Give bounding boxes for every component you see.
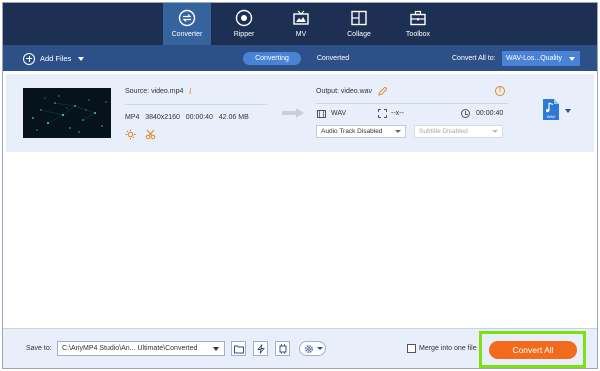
output-format: WAV <box>331 110 347 117</box>
arrow-right-icon <box>282 108 304 118</box>
chevron-down-icon <box>317 347 323 350</box>
convert-all-button[interactable]: Convert All <box>489 341 577 359</box>
output-resolution: --x-- <box>391 110 404 117</box>
gear-icon <box>305 345 313 353</box>
tab-converting[interactable]: Converting <box>243 52 301 65</box>
chevron-down-icon <box>395 130 401 133</box>
file-row[interactable]: Source: video.mp4 i MP4 3840x2160 00:00:… <box>6 74 594 152</box>
add-files-button[interactable]: Add Files <box>23 52 85 65</box>
output-format-value: WAV-Los...Quality <box>506 55 563 62</box>
convert-all-to-label: Convert All to: <box>452 55 496 62</box>
chevron-down-icon <box>569 57 575 61</box>
footer-bar: Save to: C:\AnyMP4 Studio\An... Ultimate… <box>3 328 597 368</box>
resolution-icon <box>378 109 387 118</box>
subtitle-value: Subtitle Disabled <box>419 128 468 135</box>
tab-ripper[interactable]: Ripper <box>220 3 268 45</box>
output-format-select[interactable]: WAV-Los...Quality <box>502 51 580 66</box>
file-list: Source: video.mp4 i MP4 3840x2160 00:00:… <box>3 71 597 328</box>
edit-icon[interactable] <box>378 87 387 96</box>
tab-converter-label: Converter <box>171 31 203 38</box>
merge-label[interactable]: Merge into one file <box>419 345 477 352</box>
save-path-value: C:\AnyMP4 Studio\An... Ultimate\Converte… <box>62 345 198 352</box>
toolbox-icon <box>410 10 426 26</box>
add-icon <box>23 52 35 65</box>
video-thumbnail[interactable] <box>23 88 111 138</box>
toolbar: Add Files Converting Converted Convert A… <box>3 45 597 71</box>
gpu-acceleration-button[interactable] <box>275 341 290 356</box>
cut-icon[interactable] <box>145 129 156 140</box>
source-filename: Source: video.mp4 <box>125 88 184 95</box>
chevron-down-icon[interactable] <box>565 109 571 113</box>
info-icon[interactable]: i <box>189 87 192 96</box>
format-icon <box>317 110 326 118</box>
gpu-icon <box>279 344 287 354</box>
tab-mv[interactable]: MV <box>277 3 325 45</box>
warning-icon[interactable]: ! <box>495 86 505 96</box>
tab-converted[interactable]: Converted <box>308 52 358 65</box>
divider <box>125 104 267 105</box>
tab-converter[interactable]: Converter <box>163 3 211 45</box>
ripper-icon <box>235 9 253 27</box>
source-metadata: MP4 3840x2160 00:00:40 42.06 MB <box>125 114 249 121</box>
open-folder-button[interactable] <box>231 341 246 356</box>
divider <box>316 103 508 104</box>
mv-icon <box>293 10 309 25</box>
top-nav: Converter Ripper MV Collage Toolbox <box>3 3 597 45</box>
tab-collage-label: Collage <box>347 31 371 38</box>
enhance-icon[interactable] <box>125 129 136 140</box>
app-window: Converter Ripper MV Collage Toolbox Add … <box>2 2 598 369</box>
output-duration: 00:00:40 <box>476 110 504 117</box>
clock-icon <box>461 109 470 118</box>
tab-collage[interactable]: Collage <box>335 3 383 45</box>
tab-ripper-label: Ripper <box>233 31 255 38</box>
tab-toolbox[interactable]: Toolbox <box>394 3 442 45</box>
tab-toolbox-label: Toolbox <box>405 31 431 38</box>
output-filename: Output: video.wav <box>316 88 373 95</box>
merge-checkbox[interactable] <box>407 344 416 353</box>
format-badge-label: WAV <box>547 114 556 119</box>
chevron-down-icon[interactable] <box>213 347 219 351</box>
save-path-select[interactable]: C:\AnyMP4 Studio\An... Ultimate\Converte… <box>57 341 260 356</box>
chevron-down-icon <box>492 130 498 133</box>
lightning-icon <box>257 344 265 354</box>
wav-file-icon[interactable]: WAV <box>542 98 560 121</box>
converter-icon <box>178 9 196 27</box>
settings-button[interactable] <box>299 341 326 356</box>
subtitle-select[interactable]: Subtitle Disabled <box>414 125 503 138</box>
collage-icon <box>351 10 367 26</box>
audio-track-value: Audio Track Disabled <box>321 128 383 135</box>
chevron-down-icon[interactable] <box>78 56 85 61</box>
convert-all-highlight: Convert All <box>479 331 586 368</box>
audio-track-select[interactable]: Audio Track Disabled <box>316 125 406 138</box>
folder-icon <box>234 345 244 354</box>
hardware-acceleration-button[interactable] <box>253 341 268 356</box>
add-files-label: Add Files <box>40 54 72 63</box>
tab-mv-label: MV <box>295 31 307 38</box>
save-to-label: Save to: <box>26 345 52 352</box>
